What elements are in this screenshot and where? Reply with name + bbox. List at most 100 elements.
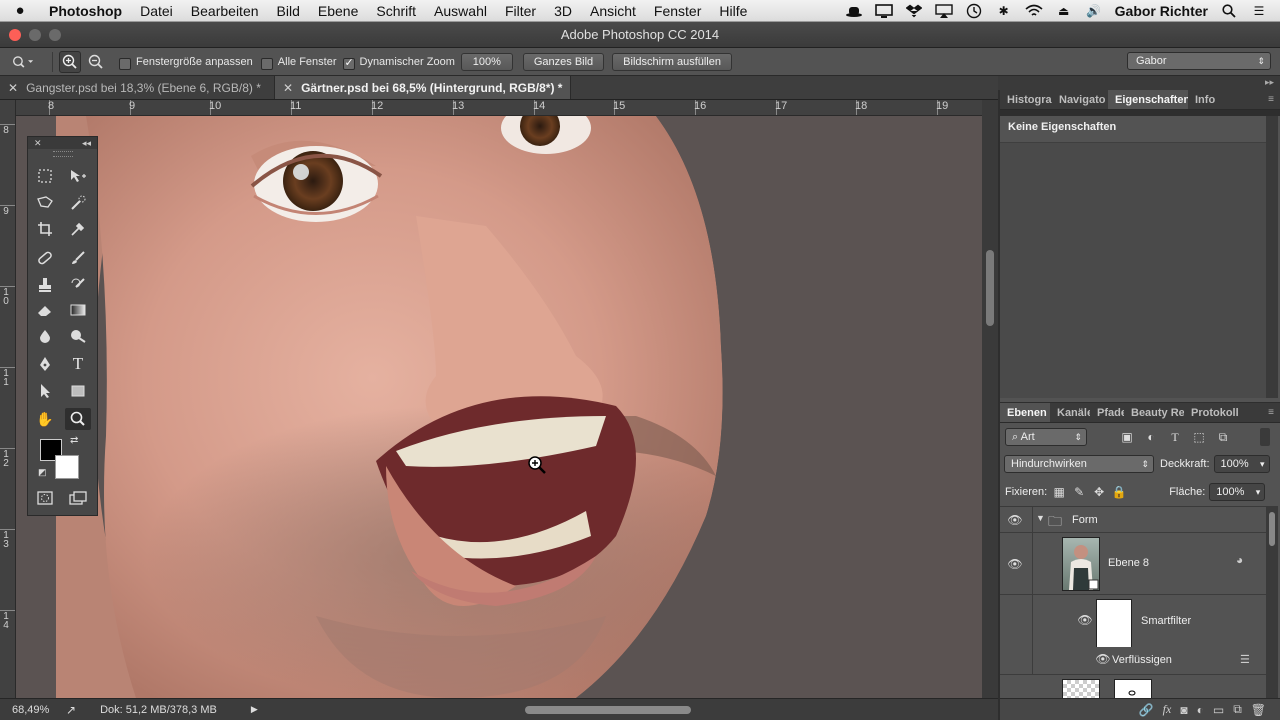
lock-position-icon[interactable]: ✥ [1089, 483, 1109, 501]
eraser-tool-icon[interactable] [32, 299, 58, 321]
eject-icon[interactable]: ⏏ [1055, 4, 1073, 18]
healing-brush-tool-icon[interactable] [32, 247, 58, 269]
filter-blending-options-icon[interactable]: ☰ [1240, 653, 1250, 666]
new-layer-icon[interactable]: ⧉ [1233, 702, 1242, 717]
canvas-vertical-scrollbar[interactable] [982, 100, 998, 698]
filter-name[interactable]: Verflüssigen [1112, 654, 1172, 666]
scrubby-zoom-checkbox[interactable]: Dynamischer Zoom [342, 56, 455, 70]
menu-datei[interactable]: Datei [131, 3, 182, 19]
eyedropper-tool-icon[interactable] [65, 218, 91, 240]
monitor-icon[interactable] [874, 3, 893, 18]
move-tool-icon[interactable] [65, 165, 91, 187]
layer-group-row[interactable]: 👁 ▼ 🗀 Form [1000, 507, 1266, 533]
menu-bild[interactable]: Bild [268, 3, 309, 19]
gradient-tool-icon[interactable] [65, 299, 91, 321]
properties-scrollbar[interactable] [1266, 116, 1278, 398]
zoom-tool-icon[interactable] [65, 408, 91, 430]
panel-menu-icon[interactable]: ≡ [1262, 403, 1280, 422]
marquee-tool-icon[interactable] [32, 165, 58, 187]
time-machine-icon[interactable] [965, 3, 983, 18]
collapse-panel-icon[interactable]: ◂◂ [82, 138, 91, 149]
smart-filter-row[interactable]: 👁 Smartfilter [1000, 595, 1266, 653]
export-icon[interactable]: ↗ [66, 703, 76, 717]
opacity-input[interactable]: 100% ▾ [1213, 455, 1270, 473]
filter-kind-select[interactable]: ⌕ Art ⇕ [1005, 428, 1087, 446]
new-group-icon[interactable]: ▭ [1213, 703, 1224, 717]
tab-paths[interactable]: Pfade [1090, 403, 1124, 422]
menu-filter[interactable]: Filter [496, 3, 545, 19]
menu-hilfe[interactable]: Hilfe [710, 3, 756, 19]
document-canvas[interactable] [16, 116, 982, 698]
screen-mode-icon[interactable] [65, 487, 91, 509]
dropbox-icon[interactable] [905, 4, 923, 18]
layer-style-icon[interactable]: fx [1163, 702, 1172, 717]
scrollbar-thumb[interactable] [1269, 512, 1275, 546]
crop-tool-icon[interactable] [32, 218, 58, 240]
layer-row-partial[interactable] [1000, 675, 1266, 701]
fit-screen-button[interactable]: Ganzes Bild [522, 52, 605, 71]
workspace-select[interactable]: Gabor ⇕ [1127, 52, 1271, 70]
tab-history[interactable]: Protokoll [1184, 403, 1240, 422]
link-layers-icon[interactable]: 🔗 [1139, 703, 1154, 717]
menu-3d[interactable]: 3D [545, 3, 581, 19]
quick-selection-tool-icon[interactable] [65, 192, 91, 214]
filter-type-layers-icon[interactable]: T [1165, 428, 1185, 446]
user-name[interactable]: Gabor Richter [1115, 3, 1208, 19]
chevron-down-icon[interactable]: ▾ [1260, 456, 1265, 472]
checkbox-box-checked[interactable] [342, 56, 355, 70]
vertical-ruler[interactable]: 8 9 10 11 12 13 14 [0, 100, 16, 698]
lock-transparent-pixels-icon[interactable]: ▦ [1049, 483, 1069, 501]
blend-mode-select[interactable]: Hindurchwirken ⇕ [1004, 455, 1154, 473]
status-menu-arrow-icon[interactable]: ▶ [251, 704, 258, 715]
tab-gaertner[interactable]: ✕ Gärtner.psd bei 68,5% (Hintergrund, RG… [275, 76, 571, 99]
horizontal-ruler[interactable]: 8 9 10 11 12 13 14 15 16 17 18 19 [16, 100, 982, 116]
tab-beauty-retouch[interactable]: Beauty Ret [1124, 403, 1184, 422]
add-mask-icon[interactable]: ◙ [1180, 703, 1187, 717]
filter-effect-row[interactable]: 👁 Verflüssigen ☰ [1000, 647, 1266, 675]
fill-screen-button[interactable]: Bildschirm ausfüllen [612, 52, 732, 71]
close-panel-icon[interactable]: ✕ [34, 138, 42, 149]
close-tab-icon[interactable]: ✕ [283, 81, 293, 95]
background-color-swatch[interactable] [55, 455, 79, 479]
tab-navigator[interactable]: Navigato [1052, 90, 1108, 109]
tab-info[interactable]: Info [1188, 90, 1222, 109]
layer-name[interactable]: Ebene 8 [1108, 557, 1149, 569]
menu-app[interactable]: Photoshop [40, 3, 131, 19]
brush-tool-icon[interactable] [65, 247, 91, 269]
visibility-eye-icon[interactable]: 👁 [1006, 513, 1024, 527]
lock-all-icon[interactable]: 🔒 [1109, 483, 1129, 501]
zoom-in-icon[interactable] [59, 50, 81, 73]
visibility-eye-icon[interactable]: 👁 [1006, 557, 1024, 571]
delete-layer-icon[interactable]: 🗑 [1251, 703, 1266, 717]
filter-toggle-switch[interactable] [1260, 428, 1270, 446]
drag-grip[interactable] [52, 151, 73, 157]
tab-properties[interactable]: Eigenschaften [1108, 90, 1188, 109]
zoom-level[interactable]: 68,49% [12, 704, 56, 716]
apple-menu-icon[interactable]: ● [0, 2, 40, 19]
expand-group-icon[interactable]: ▼ [1036, 513, 1045, 523]
checkbox-box[interactable] [119, 57, 131, 70]
airplay-icon[interactable] [934, 3, 953, 18]
spotlight-search-icon[interactable] [1220, 3, 1238, 18]
quick-mask-icon[interactable] [32, 487, 58, 509]
default-colors-icon[interactable]: ◩ [38, 467, 47, 478]
menu-fenster[interactable]: Fenster [645, 3, 710, 19]
tool-preset-zoom-icon[interactable] [12, 51, 34, 73]
lasso-tool-icon[interactable] [32, 192, 58, 214]
tab-channels[interactable]: Kanäle [1050, 403, 1090, 422]
dock-collapse-icon[interactable]: ▸▸ [998, 76, 1280, 90]
checkbox-box[interactable] [260, 57, 273, 70]
smart-filter-mask-thumbnail[interactable] [1096, 599, 1132, 653]
tab-histogram[interactable]: Histogra [1000, 90, 1052, 109]
layers-scrollbar[interactable] [1266, 506, 1278, 698]
hand-tool-icon[interactable]: ✋ [32, 408, 58, 430]
fill-input[interactable]: 100% ▾ [1209, 483, 1266, 501]
dodge-tool-icon[interactable] [65, 325, 91, 347]
type-tool-icon[interactable]: T [65, 353, 91, 375]
hat-icon[interactable] [845, 4, 863, 18]
scrollbar-thumb[interactable] [986, 250, 994, 326]
adjustment-layer-icon[interactable]: ◐ [1197, 703, 1204, 717]
layer-row[interactable]: 👁 Ebene 8 ◕ [1000, 533, 1266, 595]
close-window-button[interactable] [9, 29, 21, 41]
clone-stamp-tool-icon[interactable] [32, 274, 58, 296]
